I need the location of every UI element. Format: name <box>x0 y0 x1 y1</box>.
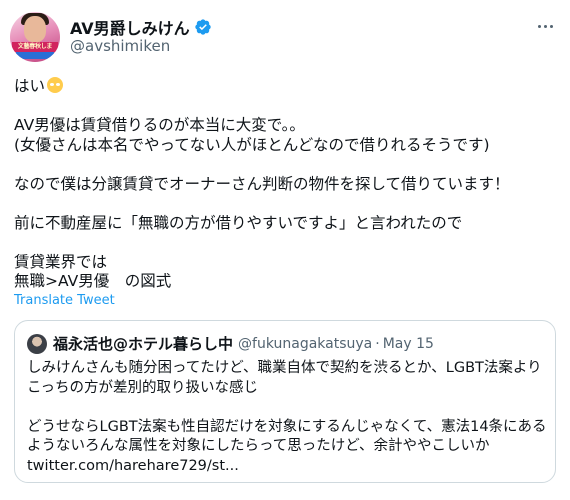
quoted-link[interactable]: twitter.com/harehare729/st... <box>27 457 547 477</box>
quoted-date[interactable]: May 15 <box>383 336 434 352</box>
tweet-line: はい <box>14 77 559 97</box>
quoted-line: ようないろんな属性を対象にしたらって思ったけど、余計ややこしいか <box>27 438 490 454</box>
tweet-line <box>14 155 559 175</box>
avatar[interactable]: 文藝春秋しま <box>10 12 60 62</box>
author-handle[interactable]: @avshimiken <box>70 37 170 55</box>
quoted-text: しみけんさんも随分困ってたけど、職業自体で契約を渋るとか、LGBT法案より こっ… <box>27 359 547 476</box>
avatar-banner: 文藝春秋しま <box>12 42 58 52</box>
quoted-line: どうせならLGBT法案も性自認だけを対象にするんじゃなくて、憲法14条にある <box>27 418 547 435</box>
avatar-banner-strip <box>16 52 54 59</box>
tweet-line: (女優さんは本名でやってない人がほとんどなので借りれるそうです) <box>14 135 490 154</box>
tweet-card: 文藝春秋しま AV男爵しみけん @avshimiken はい AV男優は賃貸借り… <box>0 0 570 500</box>
rolling-eyes-emoji-icon <box>47 77 64 93</box>
tweet-line <box>14 97 559 117</box>
dot-separator: · <box>375 335 380 352</box>
tweet-line: 賃貸業界では <box>14 252 108 271</box>
quoted-line <box>27 398 547 418</box>
tweet-line <box>14 233 559 253</box>
translate-tweet-link[interactable]: Translate Tweet <box>14 293 115 308</box>
quoted-tweet[interactable]: 福永活也@ホテル暮らし中 @fukunagakatsuya · May 15 し… <box>14 320 556 483</box>
more-options-icon[interactable] <box>533 14 557 38</box>
tweet-line-text: はい <box>14 77 46 95</box>
quoted-tweet-header: 福永活也@ホテル暮らし中 @fukunagakatsuya · May 15 <box>27 333 434 354</box>
avatar-face <box>24 16 46 42</box>
quoted-handle[interactable]: @fukunagakatsuya <box>238 336 372 352</box>
display-name[interactable]: AV男爵しみけん <box>70 15 190 39</box>
verified-badge-icon <box>195 19 211 35</box>
tweet-line: なので僕は分譲賃貸でオーナーさん判断の物件を探して借りています！ <box>14 174 510 193</box>
tweet-line <box>14 194 559 214</box>
author-name-row[interactable]: AV男爵しみけん <box>70 15 212 39</box>
quoted-line: こっちの方が差別的取り扱いな感じ <box>27 379 258 396</box>
tweet-line: 前に不動産屋に「無職の方が借りやすいですよ」と言われたので <box>14 213 463 232</box>
tweet-line: AV男優は賃貸借りるのが本当に大変で。。 <box>14 116 305 134</box>
tweet-line: 無職>AV男優 の図式 <box>14 272 172 290</box>
quoted-line: しみけんさんも随分困ってたけど、職業自体で契約を渋るとか、LGBT法案より <box>27 360 542 376</box>
quoted-display-name[interactable]: 福永活也@ホテル暮らし中 <box>53 333 233 354</box>
tweet-text: はい AV男優は賃貸借りるのが本当に大変で。。 (女優さんは本名でやってない人が… <box>14 77 559 292</box>
quoted-avatar[interactable] <box>27 333 47 354</box>
